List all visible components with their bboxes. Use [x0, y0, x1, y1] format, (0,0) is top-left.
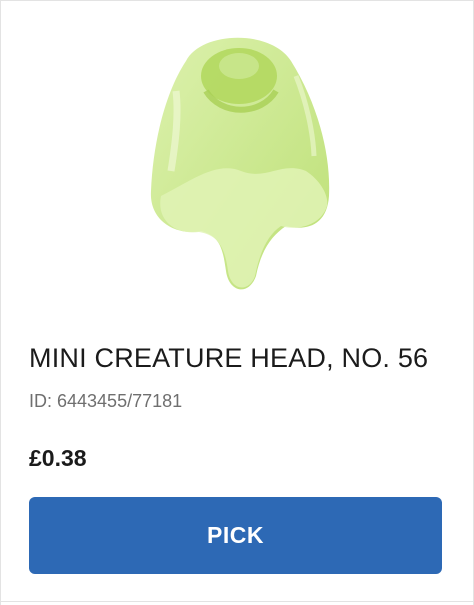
product-id: ID: 6443455/77181 — [29, 391, 183, 411]
product-title: MINI CREATURE HEAD, NO. 56 — [29, 343, 429, 373]
product-image[interactable] — [1, 1, 474, 311]
creature-head-image — [150, 37, 330, 290]
divider — [1, 601, 474, 602]
pick-button[interactable]: PICK — [29, 497, 442, 574]
product-card[interactable]: MINI CREATURE HEAD, NO. 56 ID: 6443455/7… — [0, 0, 474, 605]
product-price: £0.38 — [29, 445, 87, 471]
